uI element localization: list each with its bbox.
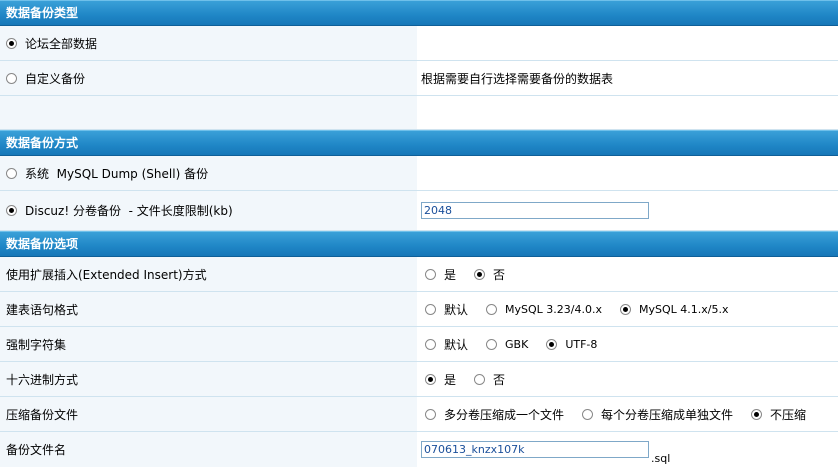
label-custom: 自定义备份 [25, 71, 86, 86]
radio-charset-utf8[interactable] [546, 338, 558, 350]
row-extended: 使用扩展插入(Extended Insert)方式 是 否 [0, 257, 838, 292]
label-mysql41: MySQL 4.1.x/5.x [638, 302, 729, 316]
row-discuz: Discuz! 分卷备份 - 文件长度限制(kb) [0, 191, 838, 231]
label-no: 否 [493, 267, 506, 282]
label-hex: 十六进制方式 [6, 372, 79, 387]
section-header-backup-options: 数据备份选项 [0, 231, 838, 257]
label-yes: 是 [444, 267, 457, 282]
label-default: 默认 [444, 302, 469, 317]
size-limit-input[interactable] [421, 202, 649, 219]
radio-hex-yes[interactable] [425, 373, 436, 385]
radio-compress-none[interactable] [751, 408, 763, 420]
label-compress-single: 每个分卷压缩成单独文件 [601, 407, 734, 422]
row-compress: 压缩备份文件 多分卷压缩成一个文件 每个分卷压缩成单独文件 不压缩 [0, 397, 838, 432]
label-extended: 使用扩展插入(Extended Insert)方式 [6, 267, 207, 282]
radio-compress-multi[interactable] [425, 408, 436, 420]
row-filename: 备份文件名 .sql [0, 432, 838, 467]
row-shell: 系统 MySQL Dump (Shell) 备份 [0, 156, 838, 191]
row-sqlformat: 建表语句格式 默认 MySQL 3.23/4.0.x MySQL 4.1.x/5… [0, 292, 838, 327]
label-charset: 强制字符集 [6, 337, 67, 352]
radio-sqlformat-323[interactable] [486, 303, 498, 315]
label-mysql323: MySQL 3.23/4.0.x [505, 302, 602, 316]
label-filename: 备份文件名 [6, 443, 67, 457]
row-hex: 十六进制方式 是 否 [0, 362, 838, 397]
filename-suffix: .sql [651, 452, 671, 465]
label-default: 默认 [444, 337, 469, 352]
label-no: 否 [493, 372, 506, 387]
radio-extended-yes[interactable] [425, 268, 436, 280]
radio-sqlformat-41[interactable] [619, 303, 631, 315]
section-header-backup-method: 数据备份方式 [0, 130, 838, 156]
row-custom: 自定义备份 根据需要自行选择需要备份的数据表 [0, 61, 838, 96]
custom-description: 根据需要自行选择需要备份的数据表 [421, 71, 614, 86]
radio-compress-single[interactable] [582, 408, 594, 420]
radio-sqlformat-default[interactable] [425, 303, 436, 315]
label-shell: 系统 MySQL Dump (Shell) 备份 [25, 166, 209, 181]
label-yes: 是 [444, 372, 457, 387]
radio-discuz[interactable] [6, 205, 17, 216]
label-gbk: GBK [505, 337, 529, 351]
radio-hex-no[interactable] [474, 373, 486, 385]
radio-custom[interactable] [6, 72, 17, 84]
row-full-data: 论坛全部数据 [0, 26, 838, 61]
radio-full-data[interactable] [6, 37, 17, 49]
label-compress-multi: 多分卷压缩成一个文件 [444, 407, 565, 422]
radio-extended-no[interactable] [474, 268, 486, 280]
label-full-data: 论坛全部数据 [25, 36, 98, 51]
section-header-backup-type: 数据备份类型 [0, 0, 838, 26]
label-compress-none: 不压缩 [770, 407, 807, 422]
row-empty [0, 96, 838, 130]
label-discuz: Discuz! 分卷备份 - 文件长度限制(kb) [25, 204, 233, 218]
label-sqlformat: 建表语句格式 [6, 302, 79, 317]
label-compress: 压缩备份文件 [6, 407, 79, 422]
filename-input[interactable] [421, 441, 649, 458]
radio-shell[interactable] [6, 167, 17, 179]
radio-charset-default[interactable] [425, 338, 436, 350]
label-utf8: UTF-8 [565, 337, 598, 351]
row-charset: 强制字符集 默认 GBK UTF-8 [0, 327, 838, 362]
radio-charset-gbk[interactable] [486, 338, 498, 350]
